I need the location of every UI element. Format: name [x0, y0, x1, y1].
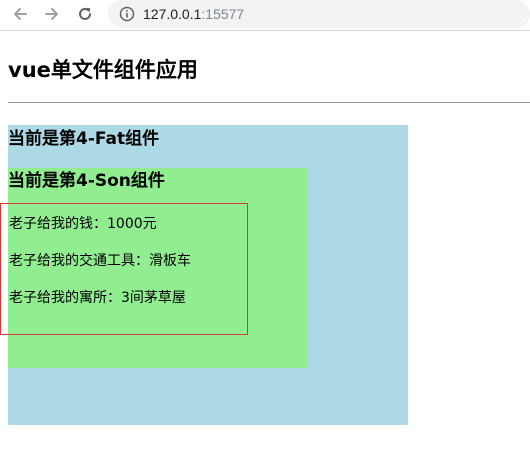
address-bar[interactable]: 127.0.0.1:15577	[108, 0, 530, 28]
reload-icon	[79, 7, 91, 20]
url-port: :15577	[201, 6, 245, 22]
back-arrow-icon	[14, 8, 27, 20]
forward-arrow-icon	[45, 8, 58, 20]
gift-money: 老子给我的钱：1000元	[9, 216, 157, 232]
info-icon[interactable]	[119, 6, 135, 22]
son-component: 当前是第4-Son组件 老子给我的钱：1000元 老子给我的交通工具：滑板车 老…	[0, 168, 308, 368]
back-button[interactable]	[9, 3, 31, 25]
gift-list: 老子给我的钱：1000元 老子给我的交通工具：滑板车 老子给我的寓所：3间茅草屋	[0, 203, 248, 335]
divider	[8, 102, 530, 103]
reload-button[interactable]	[74, 3, 96, 25]
gift-vehicle: 老子给我的交通工具：滑板车	[9, 253, 191, 269]
url-text[interactable]: 127.0.0.1:15577	[143, 5, 244, 23]
page-title: vue单文件组件应用	[8, 58, 198, 82]
forward-button[interactable]	[41, 3, 63, 25]
fat-heading: 当前是第4-Fat组件	[8, 129, 160, 149]
son-heading: 当前是第4-Son组件	[8, 171, 165, 191]
browser-toolbar: 127.0.0.1:15577	[0, 0, 530, 31]
gift-residence: 老子给我的寓所：3间茅草屋	[9, 290, 186, 306]
url-host: 127.0.0.1	[143, 6, 202, 22]
fat-component: 当前是第4-Fat组件 当前是第4-Son组件 老子给我的钱：1000元 老子给…	[0, 125, 408, 425]
